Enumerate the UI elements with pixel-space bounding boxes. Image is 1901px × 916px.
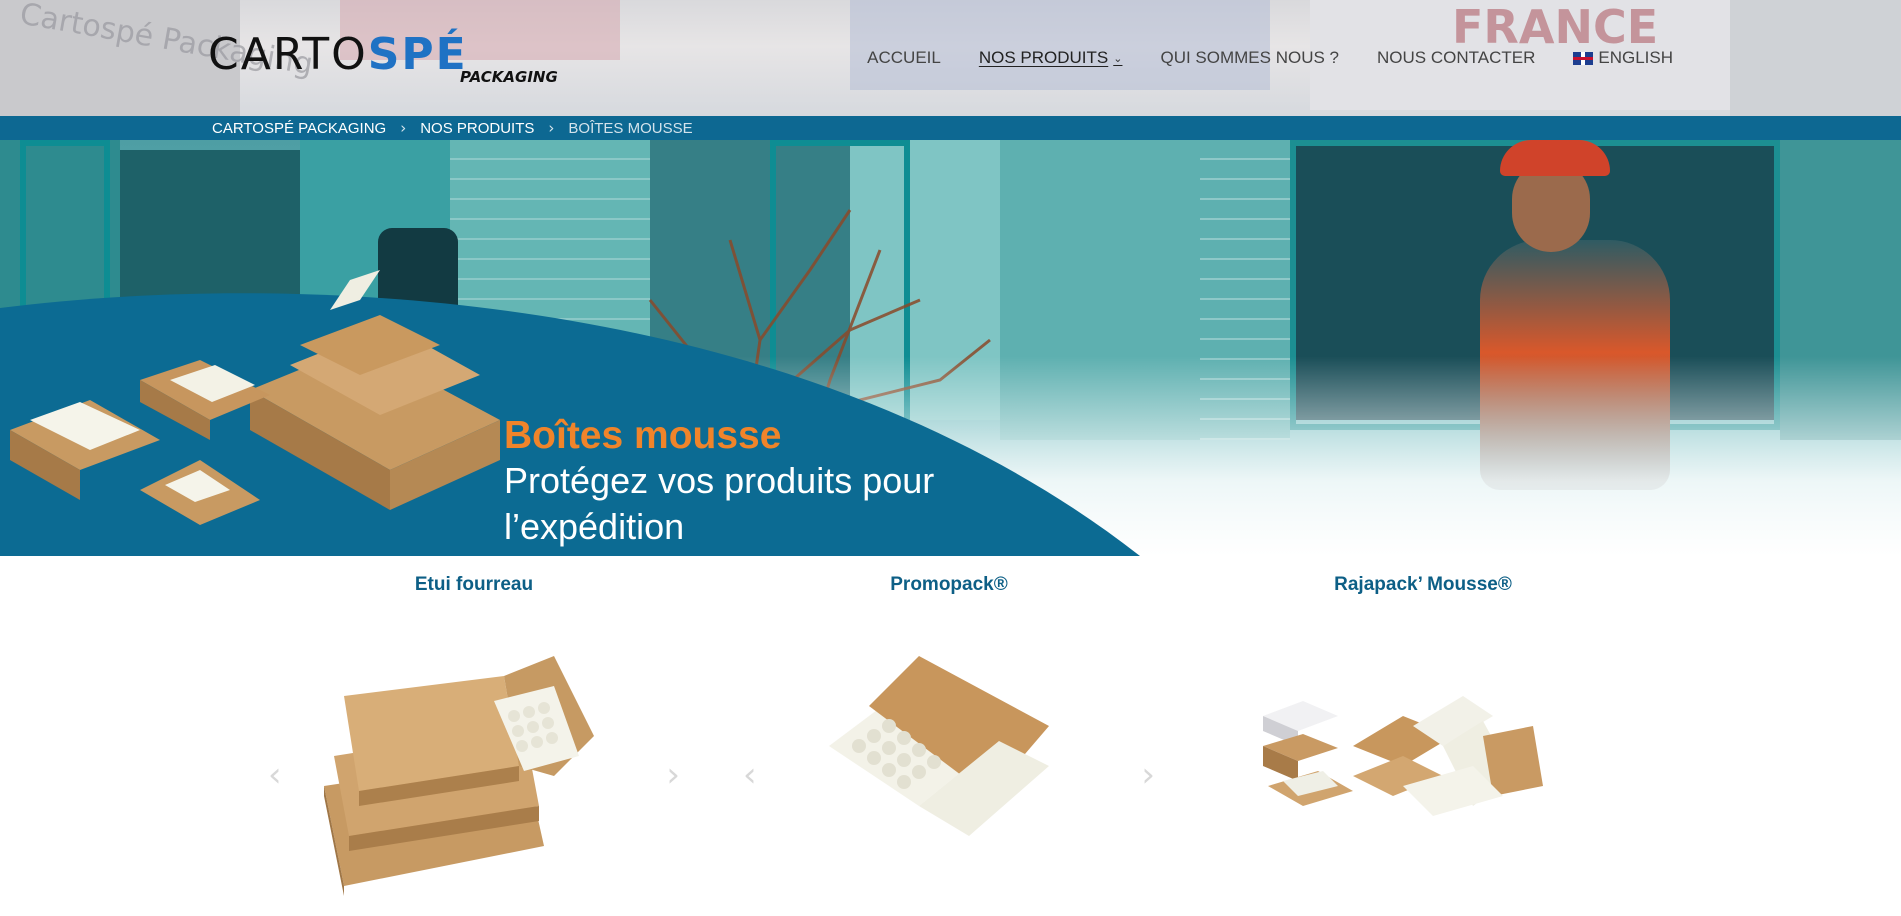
product-title[interactable]: Rajapack’ Mousse® [1203, 574, 1643, 596]
product-image[interactable] [1243, 646, 1603, 896]
breadcrumb-current: BOÎTES MOUSSE [568, 119, 693, 137]
nav-item-label: ENGLISH [1598, 48, 1673, 67]
breadcrumb: CARTOSPÉ PACKAGING › NOS PRODUITS › BOÎT… [0, 116, 1901, 140]
hero-banner: Boîtes mousse Protégez vos produits pour… [0, 140, 1901, 556]
nav-item-accueil[interactable]: ACCUEIL [867, 48, 941, 68]
product-grid: Etui fourreau ‹ › Promopack® ‹ › Rajapac… [0, 556, 1901, 916]
header-background-text: FRANCE [1452, 0, 1659, 54]
carousel-prev-button[interactable]: ‹ [743, 758, 757, 792]
site-header: Cartospé Packaging FRANCE CARTOSPÉ PACKA… [0, 0, 1901, 116]
nav-item-label: QUI SOMMES NOUS ? [1160, 48, 1339, 67]
header-background-panel [850, 0, 1270, 90]
main-nav: ACCUEIL NOS PRODUITS ⌄ QUI SOMMES NOUS ?… [867, 48, 1673, 68]
site-logo[interactable]: CARTOSPÉ PACKAGING [208, 29, 568, 87]
product-image[interactable] [294, 646, 654, 896]
product-card-rajapack-mousse[interactable]: Rajapack’ Mousse® [1203, 556, 1643, 916]
nav-item-qui-sommes-nous[interactable]: QUI SOMMES NOUS ? [1160, 48, 1339, 68]
nav-item-label: NOUS CONTACTER [1377, 48, 1536, 67]
product-card-promopack[interactable]: Promopack® ‹ › [729, 556, 1169, 916]
hero-title: Boîtes mousse [504, 414, 782, 457]
uk-flag-icon [1573, 51, 1594, 65]
product-title[interactable]: Promopack® [729, 574, 1169, 596]
carousel-next-button[interactable]: › [666, 758, 680, 792]
nav-item-english[interactable]: ENGLISH [1573, 48, 1673, 68]
nav-item-label: ACCUEIL [867, 48, 941, 67]
breadcrumb-link-products[interactable]: NOS PRODUITS [420, 120, 534, 137]
product-image[interactable] [769, 646, 1129, 896]
chevron-down-icon: ⌄ [1113, 52, 1123, 65]
logo-text-primary: CARTO [208, 29, 368, 80]
breadcrumb-separator: › [400, 119, 407, 137]
logo-text-accent: SPÉ [367, 29, 468, 80]
logo-subtitle: PACKAGING [460, 68, 558, 86]
carousel-next-button[interactable]: › [1141, 758, 1155, 792]
breadcrumb-link-home[interactable]: CARTOSPÉ PACKAGING [212, 120, 386, 137]
nav-item-label: NOS PRODUITS [978, 48, 1109, 67]
nav-item-nous-contacter[interactable]: NOUS CONTACTER [1377, 48, 1535, 68]
nav-item-nos-produits[interactable]: NOS PRODUITS ⌄ [979, 48, 1123, 68]
breadcrumb-separator: › [548, 119, 555, 137]
product-card-etui-fourreau[interactable]: Etui fourreau ‹ › [254, 556, 694, 916]
product-title[interactable]: Etui fourreau [254, 574, 694, 596]
hero-subtitle: Protégez vos produits pour l’expédition [504, 460, 935, 547]
header-background-panel [1730, 0, 1901, 116]
carousel-prev-button[interactable]: ‹ [268, 758, 282, 792]
